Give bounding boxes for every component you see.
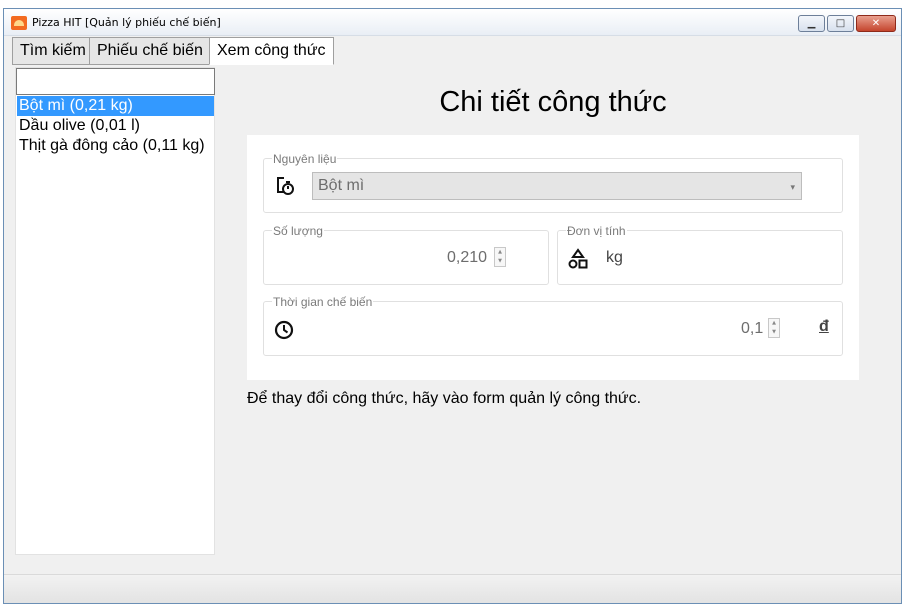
processing-time-value[interactable]: 0,1 [741, 320, 763, 338]
time-unit-label: đ [819, 318, 829, 335]
ingredient-label: Nguyên liệu [272, 152, 338, 166]
processing-time-group: Thời gian chế biến 0,1 ▲ ▼ đ [263, 295, 843, 356]
maximize-button[interactable]: □ [827, 15, 854, 32]
chevron-down-icon[interactable]: ▾ [790, 174, 795, 200]
close-button[interactable]: ✕ [856, 15, 896, 32]
list-item[interactable]: Thịt gà đông cảo (0,11 kg) [17, 136, 214, 156]
ingredient-timer-icon [277, 177, 294, 195]
shapes-icon [568, 248, 588, 269]
unit-value: kg [606, 249, 623, 266]
unit-group: Đơn vị tính kg [557, 224, 843, 285]
ingredient-list: Bột mì (0,21 kg) Dầu olive (0,01 l) Thịt… [17, 96, 214, 156]
search-input[interactable] [16, 68, 215, 95]
title-bar[interactable]: Pizza HIT [Quản lý phiếu chế biến] ▁ □ ✕ [4, 9, 901, 36]
status-bar [4, 574, 901, 603]
list-item[interactable]: Bột mì (0,21 kg) [17, 96, 214, 116]
tab-search[interactable]: Tìm kiếm [12, 37, 94, 65]
pizza-app-icon [11, 16, 27, 30]
quantity-value[interactable]: 0,210 [447, 249, 487, 267]
clock-icon [274, 320, 294, 340]
recipe-detail-panel: Nguyên liệu Bột mì ▾ Số lượng 0,210 ▲ ▼ Đ… [247, 135, 859, 380]
ingredient-list-panel: Bột mì (0,21 kg) Dầu olive (0,01 l) Thịt… [15, 67, 215, 555]
edit-recipe-note: Để thay đổi công thức, hãy vào form quản… [247, 390, 642, 407]
processing-time-label: Thời gian chế biến [272, 295, 374, 309]
tab-processing-slip[interactable]: Phiếu chế biến [89, 37, 211, 65]
unit-label: Đơn vị tính [566, 224, 627, 238]
page-title: Chi tiết công thức [439, 86, 667, 118]
tab-view-recipe[interactable]: Xem công thức [209, 37, 334, 65]
ingredient-select-value: Bột mì [318, 177, 365, 194]
ingredient-select[interactable]: Bột mì ▾ [312, 172, 802, 200]
minimize-button[interactable]: ▁ [798, 15, 825, 32]
quantity-label: Số lượng [272, 224, 324, 238]
list-item[interactable]: Dầu olive (0,01 l) [17, 116, 214, 136]
processing-time-stepper[interactable]: ▲ ▼ [768, 318, 780, 338]
window-title: Pizza HIT [Quản lý phiếu chế biến] [32, 16, 221, 29]
quantity-stepper[interactable]: ▲ ▼ [494, 247, 506, 267]
ingredient-group: Nguyên liệu Bột mì ▾ [263, 152, 843, 213]
app-window: Pizza HIT [Quản lý phiếu chế biến] ▁ □ ✕… [3, 8, 902, 604]
quantity-group: Số lượng 0,210 ▲ ▼ [263, 224, 549, 285]
